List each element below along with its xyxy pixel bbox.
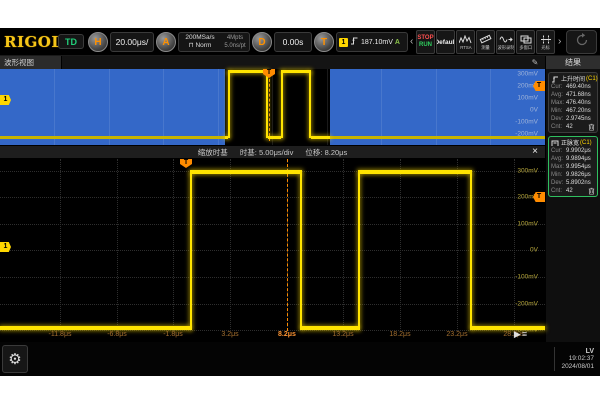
waveform-segment-ch1: [281, 70, 311, 73]
zoom-center-line: [287, 159, 288, 331]
waveform-segment-ch1: [190, 170, 302, 174]
waveform-layer: TT1300mV200mV100mV0V-100mV-200mV-11.8μs-…: [0, 28, 600, 376]
time-axis-label: -11.8μs: [49, 331, 72, 338]
channel1-marker: 1: [0, 242, 11, 252]
voltage-axis-label: 100mV: [517, 95, 538, 102]
gridline: [0, 197, 545, 198]
voltage-axis-label: -100mV: [515, 274, 538, 281]
waveform-segment-ch1: [268, 136, 281, 139]
voltage-axis-label: -100mV: [515, 119, 538, 126]
trigger-position-marker: T: [180, 159, 192, 168]
waveform-edge-ch1: [358, 174, 360, 330]
time-axis-label: 13.2μs: [332, 331, 353, 338]
waveform-edge-ch1: [309, 72, 311, 138]
voltage-axis-label: 300mV: [517, 71, 538, 78]
waveform-edge-ch1: [266, 72, 268, 138]
gridline: [0, 277, 545, 278]
oscilloscope-screenshot: RIGOL TD H 20.00μs/ A 200MSa/s ⊓ Norm 4M…: [0, 0, 600, 400]
time-axis-label: 3.2μs: [221, 331, 238, 338]
waveform-segment-ch1: [0, 326, 190, 330]
gridline: [117, 159, 118, 331]
gridline: [0, 304, 545, 305]
voltage-axis-label: -200mV: [515, 301, 538, 308]
waveform-segment-ch1: [302, 326, 358, 330]
voltage-axis-label: 0V: [530, 247, 538, 254]
waveform-edge-ch1: [190, 174, 192, 330]
gridline: [173, 159, 174, 331]
voltage-axis-label: 100mV: [517, 221, 538, 228]
gridline: [230, 159, 231, 331]
waveform-edge-ch1: [470, 174, 472, 330]
waveform-edge-ch1: [228, 72, 230, 138]
gridline: [0, 224, 545, 225]
voltage-axis-label: 300mV: [517, 168, 538, 175]
trigger-position-marker: T: [263, 69, 275, 78]
trigger-position-line: [269, 69, 270, 141]
gridline: [60, 159, 61, 331]
waveform-segment-ch1: [311, 136, 330, 139]
waveform-segment-ch1: [228, 70, 268, 73]
waveform-edge-ch1: [281, 72, 283, 138]
waveform-menu-icon[interactable]: ▶≡: [508, 328, 534, 341]
gridline: [343, 159, 344, 331]
channel1-marker: 1: [0, 95, 11, 105]
waveform-segment-ch1: [0, 136, 225, 139]
gridline: [457, 159, 458, 331]
time-axis-label: -6.8μs: [107, 331, 127, 338]
waveform-segment-ch1: [330, 136, 545, 139]
gridline: [400, 159, 401, 331]
voltage-axis-label: 0V: [530, 107, 538, 114]
waveform-segment-ch1: [358, 170, 472, 174]
time-axis-label: -1.8μs: [163, 331, 183, 338]
oscilloscope-ui: RIGOL TD H 20.00μs/ A 200MSa/s ⊓ Norm 4M…: [0, 28, 600, 376]
waveform-edge-ch1: [300, 174, 302, 330]
gridline: [0, 250, 545, 251]
time-axis-label: 18.2μs: [389, 331, 410, 338]
time-axis-label: 23.2μs: [446, 331, 467, 338]
time-axis-label: 8.2μs: [278, 331, 296, 338]
